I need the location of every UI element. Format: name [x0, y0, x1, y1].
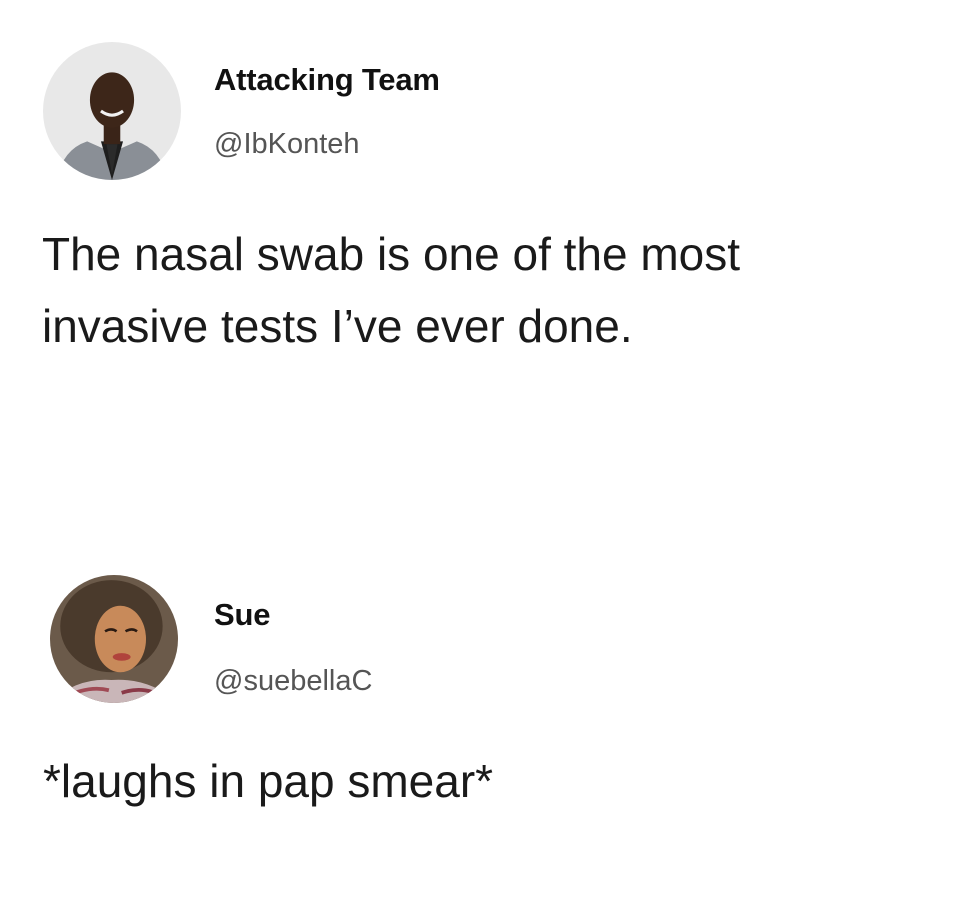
user-handle[interactable]: @IbKonteh: [214, 128, 360, 161]
avatar[interactable]: [50, 575, 178, 703]
tweet-text-line: *laughs in pap smear*: [43, 755, 494, 807]
tweet-post: Attacking Team @IbKonteh The nasal swab …: [0, 0, 960, 400]
avatar[interactable]: [43, 42, 181, 180]
display-name[interactable]: Attacking Team: [214, 62, 440, 98]
avatar-photo-man: [43, 42, 181, 180]
tweet-text: *laughs in pap smear*: [43, 745, 943, 817]
avatar-photo-woman: [50, 575, 178, 703]
display-name[interactable]: Sue: [214, 597, 270, 633]
tweet-text-line: The nasal swab is one of the most: [42, 228, 741, 280]
user-handle[interactable]: @suebellaC: [214, 665, 372, 698]
tweet-text-line: invasive tests I’ve ever done.: [42, 300, 633, 352]
tweet-reply: Sue @suebellaC *laughs in pap smear*: [0, 560, 960, 860]
tweet-text: The nasal swab is one of the most invasi…: [42, 218, 942, 362]
